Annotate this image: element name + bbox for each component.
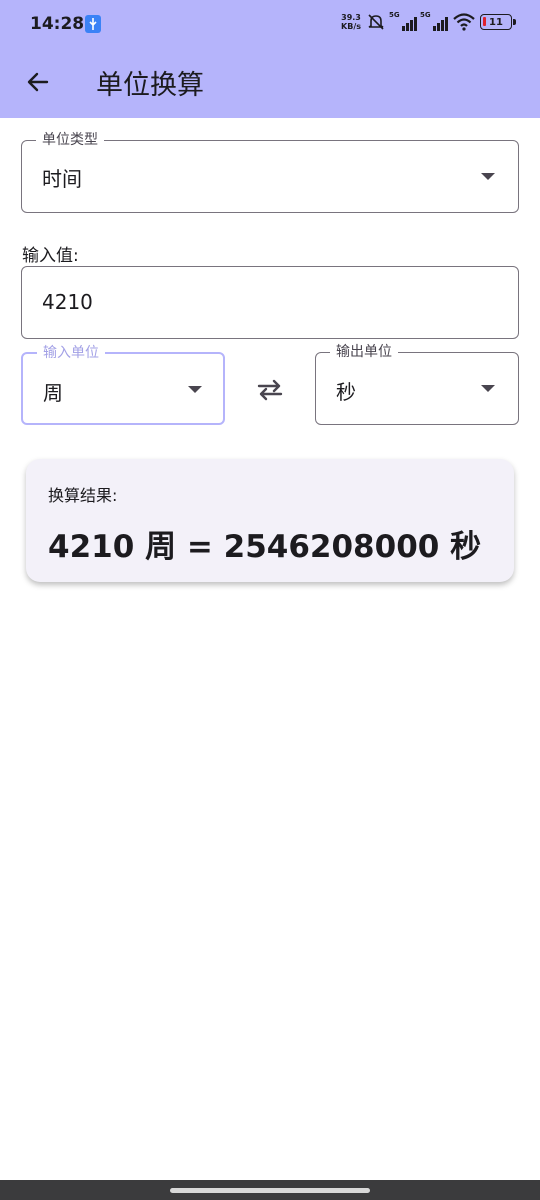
header-background: 14:28 39.3 KB/s 5G 5G 11 单位换算 bbox=[0, 0, 540, 118]
home-indicator[interactable] bbox=[170, 1188, 370, 1193]
unit-type-value: 时间 bbox=[42, 167, 82, 191]
input-unit-dropdown[interactable]: 输入单位 周 bbox=[21, 344, 225, 425]
back-button[interactable] bbox=[20, 64, 56, 100]
input-unit-value: 周 bbox=[43, 381, 63, 405]
output-unit-value: 秒 bbox=[336, 380, 356, 404]
swap-horiz-icon bbox=[257, 379, 283, 401]
usb-icon bbox=[85, 15, 101, 33]
result-card: 换算结果: 4210 周 = 2546208000 秒 bbox=[26, 459, 514, 582]
signal1-label: 5G bbox=[389, 11, 400, 19]
net-speed: 39.3 KB/s bbox=[341, 13, 361, 31]
status-bar: 14:28 39.3 KB/s 5G 5G 11 bbox=[0, 0, 540, 50]
unit-type-dropdown[interactable]: 单位类型 时间 bbox=[21, 131, 519, 213]
muted-bell-icon bbox=[368, 14, 384, 30]
signal-5g-icon-1: 5G bbox=[389, 11, 417, 31]
input-unit-label: 输入单位 bbox=[37, 344, 105, 362]
dropdown-arrow-icon bbox=[481, 173, 495, 180]
unit-type-label: 单位类型 bbox=[36, 131, 104, 149]
dropdown-arrow-icon bbox=[188, 386, 202, 393]
arrow-back-icon bbox=[27, 72, 49, 92]
battery-icon: 11 bbox=[480, 14, 516, 30]
result-label: 换算结果: bbox=[48, 486, 118, 505]
output-unit-label: 输出单位 bbox=[330, 343, 398, 361]
signal2-label: 5G bbox=[420, 11, 431, 19]
net-speed-value: 39.3 bbox=[341, 13, 361, 22]
wifi-icon bbox=[453, 13, 475, 31]
input-value-label: 输入值: bbox=[22, 246, 79, 266]
system-nav-bar bbox=[0, 1180, 540, 1200]
app-bar: 单位换算 bbox=[0, 50, 540, 118]
signal-5g-icon-2: 5G bbox=[420, 11, 448, 31]
output-unit-dropdown[interactable]: 输出单位 秒 bbox=[315, 343, 519, 425]
status-time: 14:28 bbox=[30, 14, 85, 34]
battery-level: 11 bbox=[489, 16, 503, 28]
result-text: 4210 周 = 2546208000 秒 bbox=[48, 529, 482, 565]
net-speed-unit: KB/s bbox=[341, 22, 361, 31]
swap-units-button[interactable] bbox=[252, 372, 288, 408]
input-value-text: 4210 bbox=[42, 290, 93, 314]
dropdown-arrow-icon bbox=[481, 385, 495, 392]
input-value-field[interactable]: 4210 bbox=[21, 266, 519, 339]
status-icons: 39.3 KB/s 5G 5G 11 bbox=[341, 11, 516, 31]
page-title: 单位换算 bbox=[96, 70, 204, 101]
